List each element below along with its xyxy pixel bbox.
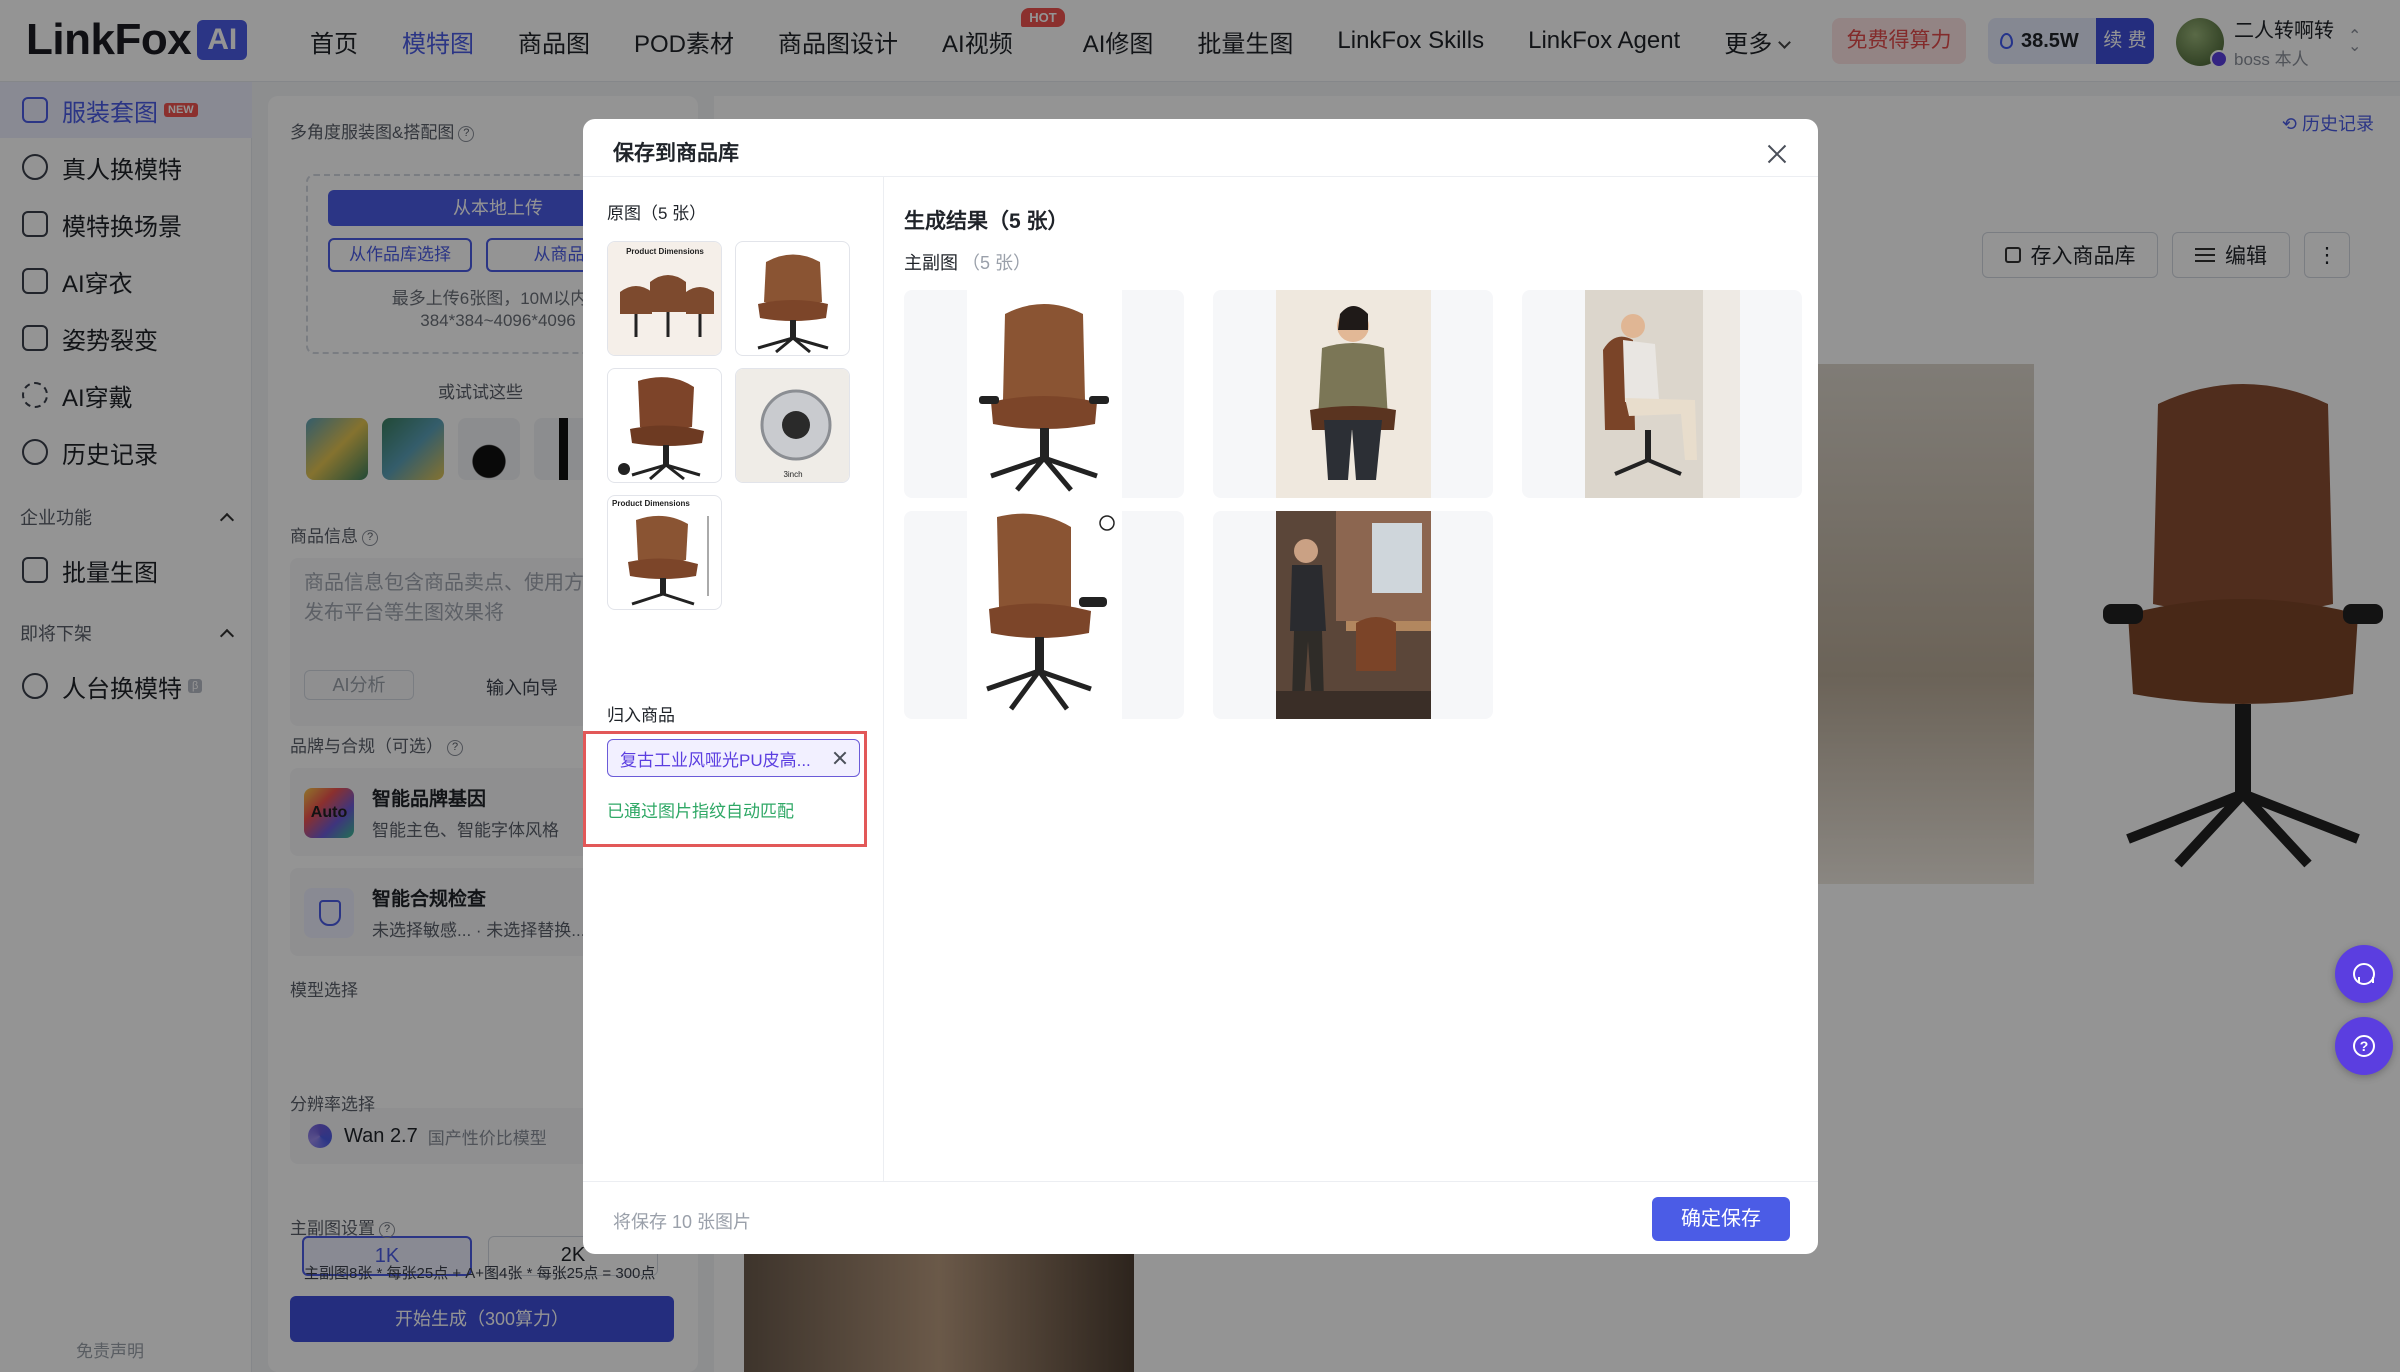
chair-dimension-thumb: Product Dimensions: [612, 499, 709, 606]
dialog-footer: 将保存 10 张图片 确定保存: [583, 1181, 1818, 1254]
thumb-caption: Product Dimensions: [626, 247, 704, 256]
generated-image-card[interactable]: [1213, 290, 1493, 498]
generated-image: [1276, 511, 1431, 719]
source-thumb[interactable]: Product Dimensions: [607, 241, 722, 356]
source-thumb[interactable]: [607, 368, 722, 483]
save-count-note: 将保存 10 张图片: [613, 1212, 752, 1232]
source-thumb[interactable]: 3inch: [735, 368, 850, 483]
source-thumb[interactable]: [735, 241, 850, 356]
generated-image-card[interactable]: [1522, 290, 1802, 498]
generated-image: [967, 511, 1122, 719]
customer-service-button[interactable]: [2335, 945, 2393, 1003]
model-seated-image: [1276, 290, 1431, 498]
thumb-caption: Product Dimensions: [612, 499, 690, 508]
confirm-save-button[interactable]: 确定保存: [1652, 1197, 1790, 1241]
dialog-header: 保存到商品库: [583, 119, 1818, 177]
thumb-caption: 3inch: [783, 470, 802, 479]
main-sub-count: （5 张）: [962, 253, 1032, 273]
chair-dimensions-thumb: Product Dimensions: [608, 242, 721, 355]
chair-front-image: [979, 304, 1109, 492]
office-scene-image: [1276, 511, 1431, 719]
main-sub-label-text: 主副图: [904, 253, 958, 273]
results-title: 生成结果（5 张）: [904, 210, 1069, 233]
chair-front-thumb: [757, 254, 829, 354]
close-icon[interactable]: [1766, 143, 1788, 165]
generated-image: [1276, 290, 1431, 498]
help-button[interactable]: ?: [2335, 1017, 2393, 1075]
chair-side-thumb: [618, 377, 704, 481]
dialog-title: 保存到商品库: [613, 142, 739, 165]
generated-image-card[interactable]: [904, 290, 1184, 498]
headset-icon: [2353, 963, 2375, 985]
model-side-image: [1585, 290, 1740, 498]
generated-image-card[interactable]: [1213, 511, 1493, 719]
highlight-box: [583, 731, 867, 847]
question-icon: ?: [2353, 1035, 2375, 1057]
generated-image: [967, 290, 1122, 498]
assign-product-label: 归入商品: [607, 706, 675, 725]
source-column: 原图（5 张） Product Dimensions 3inch Product…: [583, 177, 884, 1181]
chair-angle-image: [986, 513, 1115, 711]
generated-image-card[interactable]: [904, 511, 1184, 719]
results-column: 生成结果（5 张） 主副图 （5 张）: [884, 177, 1818, 1181]
save-to-store-dialog: 保存到商品库 原图（5 张） Product Dimensions 3inch …: [583, 119, 1818, 1254]
generated-image: [1585, 290, 1740, 498]
source-label: 原图（5 张）: [607, 204, 707, 223]
caster-wheel-thumb: 3inch: [736, 369, 849, 482]
source-thumb[interactable]: Product Dimensions: [607, 495, 722, 610]
main-sub-label: 主副图 （5 张）: [904, 249, 1031, 275]
